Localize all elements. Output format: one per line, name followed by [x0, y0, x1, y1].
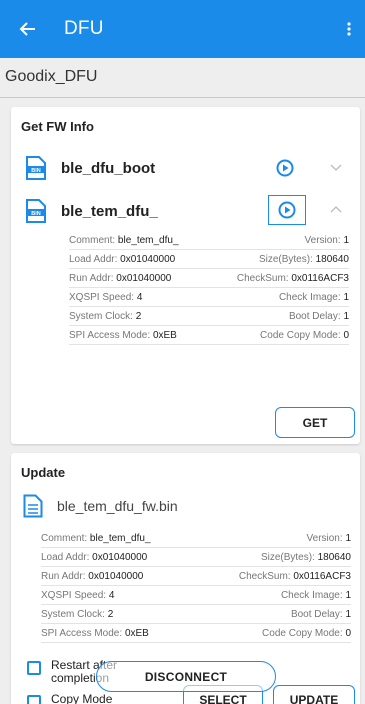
info-row: XQSPI Speed: 4 Check Image: 1 — [69, 288, 349, 307]
device-name: Goodix_DFU — [5, 68, 98, 85]
info-row: SPI Access Mode: 0xEB Code Copy Mode: 0 — [69, 326, 349, 345]
svg-text:BIN: BIN — [31, 211, 41, 217]
checkbox-icon[interactable] — [27, 661, 41, 675]
info-row: Comment: ble_tem_dfu_ Version: 1 — [69, 231, 349, 250]
info-row: System Clock: 2 Boot Delay: 1 — [69, 307, 349, 326]
info-row: Run Addr: 0x01040000 CheckSum: 0x0116ACF3 — [69, 269, 349, 288]
update-button[interactable]: UPDATE — [273, 685, 355, 704]
selected-file: ble_tem_dfu_fw.bin — [23, 494, 178, 518]
fw-item-name: ble_tem_dfu_ — [61, 202, 158, 220]
info-row: Comment: ble_tem_dfu_ Version: 1 — [41, 529, 351, 548]
disconnect-button[interactable]: DISCONNECT — [96, 661, 276, 692]
update-title: Update — [21, 465, 66, 480]
chevron-down-icon[interactable] — [329, 163, 343, 173]
checkbox-icon[interactable] — [27, 695, 41, 704]
app-title: DFU — [64, 18, 104, 39]
fw-item-ble-dfu-boot[interactable]: BIN ble_dfu_boot — [25, 153, 355, 183]
fw-info-table: Comment: ble_tem_dfu_ Version: 1 Load Add… — [69, 231, 349, 345]
info-row: Run Addr: 0x01040000 CheckSum: 0x0116ACF3 — [41, 567, 351, 586]
chevron-up-icon[interactable] — [329, 205, 343, 215]
document-icon — [23, 494, 43, 518]
info-row: XQSPI Speed: 4 Check Image: 1 — [41, 586, 351, 605]
app-bar: DFU — [0, 0, 365, 58]
file-name: ble_tem_dfu_fw.bin — [57, 498, 178, 514]
fw-item-name: ble_dfu_boot — [61, 159, 156, 177]
info-row: Load Addr: 0x01040000 Size(Bytes): 180640 — [41, 548, 351, 567]
divider — [0, 97, 365, 98]
play-circle-icon[interactable] — [268, 195, 306, 225]
back-arrow-icon[interactable] — [16, 17, 40, 41]
checkbox-label: Copy Mode — [51, 692, 113, 704]
bin-file-icon: BIN — [26, 199, 46, 223]
fw-info-title: Get FW Info — [21, 119, 94, 134]
svg-text:BIN: BIN — [31, 168, 41, 174]
bin-file-icon: BIN — [26, 156, 46, 180]
update-info-table: Comment: ble_tem_dfu_ Version: 1 Load Add… — [41, 529, 351, 643]
fw-info-card: Get FW Info BIN ble_dfu_boot BIN ble_tem… — [11, 107, 360, 444]
info-row: System Clock: 2 Boot Delay: 1 — [41, 605, 351, 624]
get-button[interactable]: GET — [275, 407, 355, 438]
info-row: Load Addr: 0x01040000 Size(Bytes): 180640 — [69, 250, 349, 269]
more-vert-icon[interactable] — [343, 17, 355, 41]
play-circle-icon[interactable] — [271, 154, 299, 182]
info-row: SPI Access Mode: 0xEB Code Copy Mode: 0 — [41, 624, 351, 643]
copy-mode-checkbox[interactable]: Copy Mode — [27, 693, 112, 704]
